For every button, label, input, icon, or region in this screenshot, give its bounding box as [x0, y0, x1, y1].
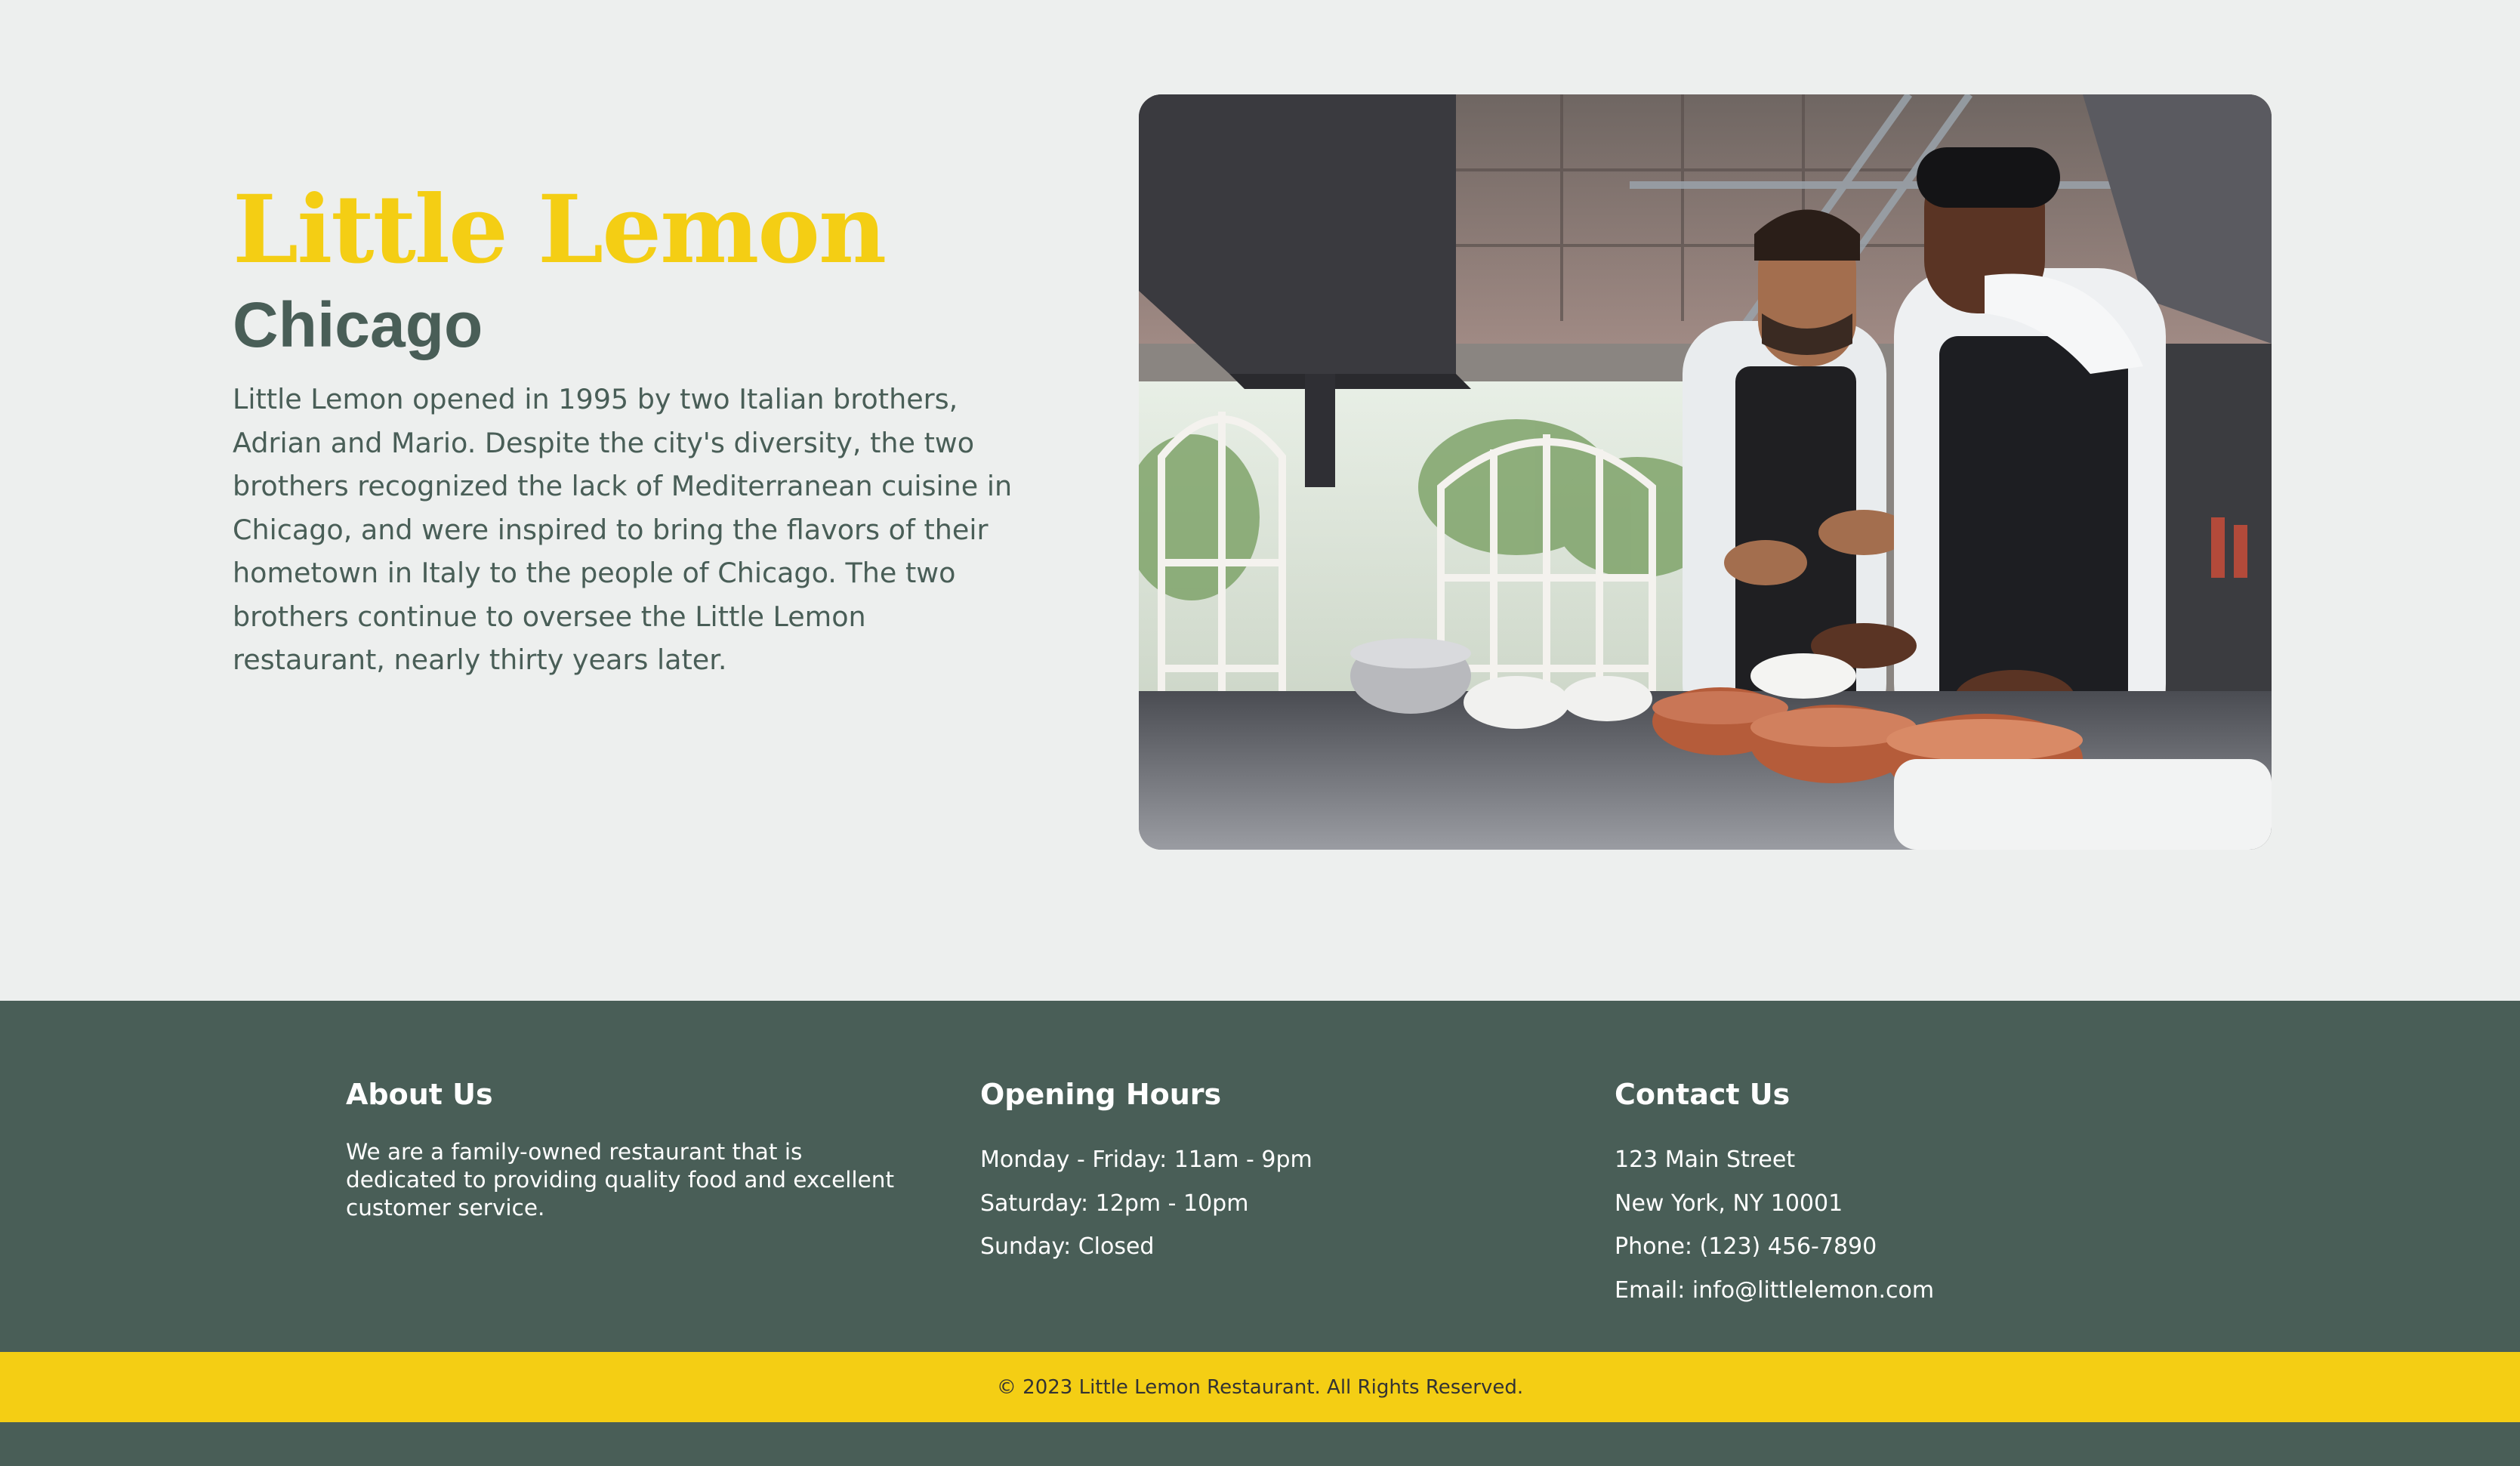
about-description: Little Lemon opened in 1995 by two Itali… — [233, 383, 1013, 676]
hours-sunday: Sunday: Closed — [980, 1233, 1155, 1260]
footer-hours-heading: Opening Hours — [980, 1078, 1222, 1111]
about-text-block: Little Lemon Chicago Little Lemon opened… — [233, 174, 1018, 682]
footer-contact-column: Contact Us 123 Main Street New York, NY … — [1615, 1075, 2188, 1312]
location-subtitle: Chicago — [233, 289, 483, 360]
about-section: Little Lemon Chicago Little Lemon opened… — [0, 0, 2520, 1001]
restaurant-title: Little Lemon — [233, 175, 887, 285]
contact-email[interactable]: Email: info@littlelemon.com — [1615, 1269, 2188, 1313]
footer-about-text: We are a family-owned restaurant that is… — [346, 1139, 895, 1221]
hours-saturday: Saturday: 12pm - 10pm — [980, 1190, 1249, 1217]
footer-hours-column: Opening Hours Monday - Friday: 11am - 9p… — [980, 1075, 1554, 1269]
contact-city: New York, NY 10001 — [1615, 1190, 1843, 1217]
footer-about-column: About Us We are a family-owned restauran… — [346, 1075, 920, 1222]
copyright-text: © 2023 Little Lemon Restaurant. All Righ… — [996, 1375, 1524, 1399]
hours-weekdays: Monday - Friday: 11am - 9pm — [980, 1147, 1312, 1173]
footer-about-heading: About Us — [346, 1078, 493, 1111]
footer-contact-heading: Contact Us — [1615, 1078, 1791, 1111]
chefs-kitchen-photo — [1139, 94, 2272, 850]
contact-street: 123 Main Street — [1615, 1147, 1796, 1173]
contact-phone[interactable]: Phone: (123) 456-7890 — [1615, 1225, 2188, 1269]
copyright-bar: © 2023 Little Lemon Restaurant. All Righ… — [0, 1352, 2520, 1422]
site-footer: About Us We are a family-owned restauran… — [0, 1001, 2520, 1466]
